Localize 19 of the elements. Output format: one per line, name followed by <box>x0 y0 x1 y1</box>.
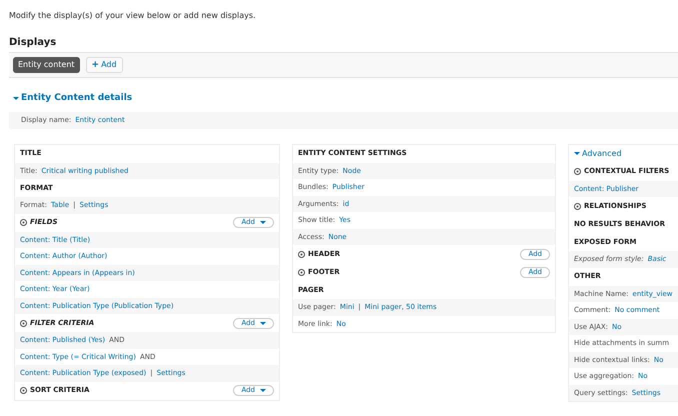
advanced-toggle[interactable]: Advanced <box>569 144 622 162</box>
caret-down-icon <box>574 151 580 156</box>
rearrange-icon[interactable] <box>20 320 27 326</box>
rearrange-icon[interactable] <box>298 268 305 276</box>
dropdown-caret-icon <box>260 220 266 225</box>
plus-icon: + <box>92 60 100 70</box>
dropdown-caret-icon <box>260 320 266 326</box>
details-toggle[interactable]: Entity Content details <box>13 92 132 106</box>
dropdown-caret-icon <box>260 388 266 393</box>
rearrange-icon[interactable] <box>574 202 581 210</box>
section-heading: Displays <box>9 36 58 50</box>
display-tab[interactable]: Entity content <box>13 57 80 73</box>
rearrange-icon[interactable] <box>298 250 305 258</box>
rearrange-icon[interactable] <box>20 219 27 226</box>
rearrange-icon[interactable] <box>574 168 581 175</box>
caret-down-icon <box>13 96 19 102</box>
intro-text: Modify the display(s) of your view below or add new displays. <box>9 10 257 22</box>
rearrange-icon[interactable] <box>20 387 27 394</box>
add-display-button[interactable]: + Add <box>86 57 123 73</box>
